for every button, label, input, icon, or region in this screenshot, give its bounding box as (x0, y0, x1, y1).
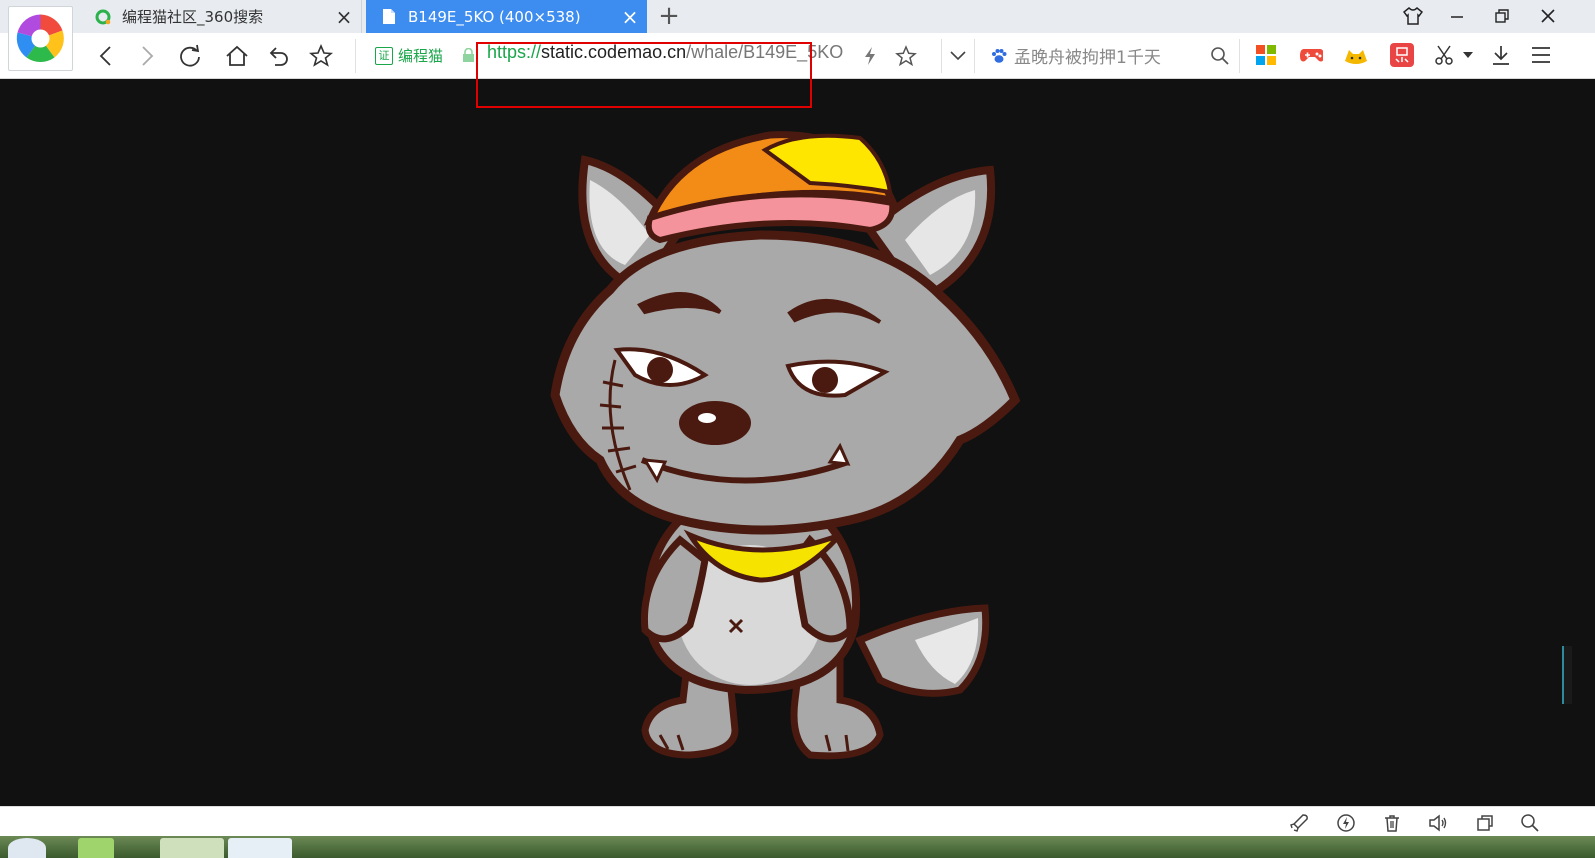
search-suggestion[interactable]: 孟晚舟被拘押1千天 (990, 43, 1161, 68)
divider (974, 39, 975, 73)
divider (355, 39, 356, 73)
scissors-icon[interactable] (1432, 43, 1456, 67)
document-icon (380, 8, 398, 26)
tab-title: B149E_5KO (400×538) (408, 7, 581, 26)
restore-button[interactable] (1487, 4, 1517, 28)
speed-icon[interactable] (1335, 812, 1357, 834)
menu-icon[interactable] (1529, 43, 1553, 67)
status-bar (0, 806, 1595, 837)
divider (1239, 39, 1240, 73)
taskbar-app[interactable] (78, 838, 114, 858)
lock-icon (463, 48, 474, 62)
scissors-dropdown-icon[interactable] (1461, 43, 1475, 67)
undo-close-button[interactable] (263, 40, 295, 72)
home-button[interactable] (221, 40, 253, 72)
chevron-down-icon[interactable] (942, 40, 974, 72)
title-bar: 编程猫社区_360搜索 × B149E_5KO (400×538) × + (0, 0, 1595, 33)
zoom-icon[interactable] (1519, 812, 1541, 834)
360-search-icon (94, 8, 112, 26)
taskbar-app[interactable] (160, 838, 224, 858)
tab-title: 编程猫社区_360搜索 (122, 8, 264, 26)
wolf-cartoon-image (550, 131, 1021, 760)
image-viewer (0, 79, 1595, 806)
lightning-icon[interactable] (854, 40, 886, 72)
hot-search-text: 孟晚舟被拘押1千天 (1014, 48, 1161, 68)
red-extension-icon[interactable] (1390, 43, 1414, 67)
scrollbar-grip[interactable] (1562, 646, 1572, 704)
apps-grid-icon[interactable] (1254, 43, 1278, 67)
game-controller-icon[interactable] (1299, 43, 1323, 67)
favorites-button[interactable] (305, 40, 337, 72)
certificate-icon: 证 (375, 46, 393, 65)
window-icon[interactable] (1474, 812, 1496, 834)
skin-icon[interactable] (1398, 4, 1428, 28)
close-tab-icon[interactable]: × (327, 7, 361, 27)
new-tab-button[interactable]: + (655, 2, 683, 30)
back-button[interactable] (90, 40, 122, 72)
search-icon[interactable] (1204, 40, 1236, 72)
forward-button[interactable] (131, 40, 163, 72)
speaker-icon[interactable] (1427, 812, 1449, 834)
start-button[interactable] (8, 838, 46, 858)
rocket-icon[interactable] (1288, 812, 1310, 834)
download-icon[interactable] (1489, 43, 1513, 67)
reload-button[interactable] (174, 40, 206, 72)
os-taskbar (0, 836, 1595, 858)
close-tab-icon[interactable]: × (613, 7, 647, 27)
taskbar-app[interactable] (228, 838, 292, 858)
fox-extension-icon[interactable] (1343, 43, 1367, 67)
certificate-label: 编程猫 (398, 47, 444, 65)
baidu-paw-icon (992, 48, 1007, 63)
bookmark-star-icon[interactable] (890, 40, 922, 72)
tab-image[interactable]: B149E_5KO (400×538) × (366, 0, 647, 33)
browser-logo[interactable] (8, 6, 73, 71)
360-browser-logo-icon (16, 14, 64, 63)
trash-icon[interactable] (1381, 812, 1403, 834)
tab-360-search[interactable]: 编程猫社区_360搜索 × (80, 0, 362, 33)
close-window-button[interactable] (1533, 4, 1563, 28)
url-highlight-box (476, 42, 812, 108)
site-certificate[interactable]: 证 编程猫 (375, 45, 443, 66)
minimize-button[interactable] (1442, 4, 1472, 28)
